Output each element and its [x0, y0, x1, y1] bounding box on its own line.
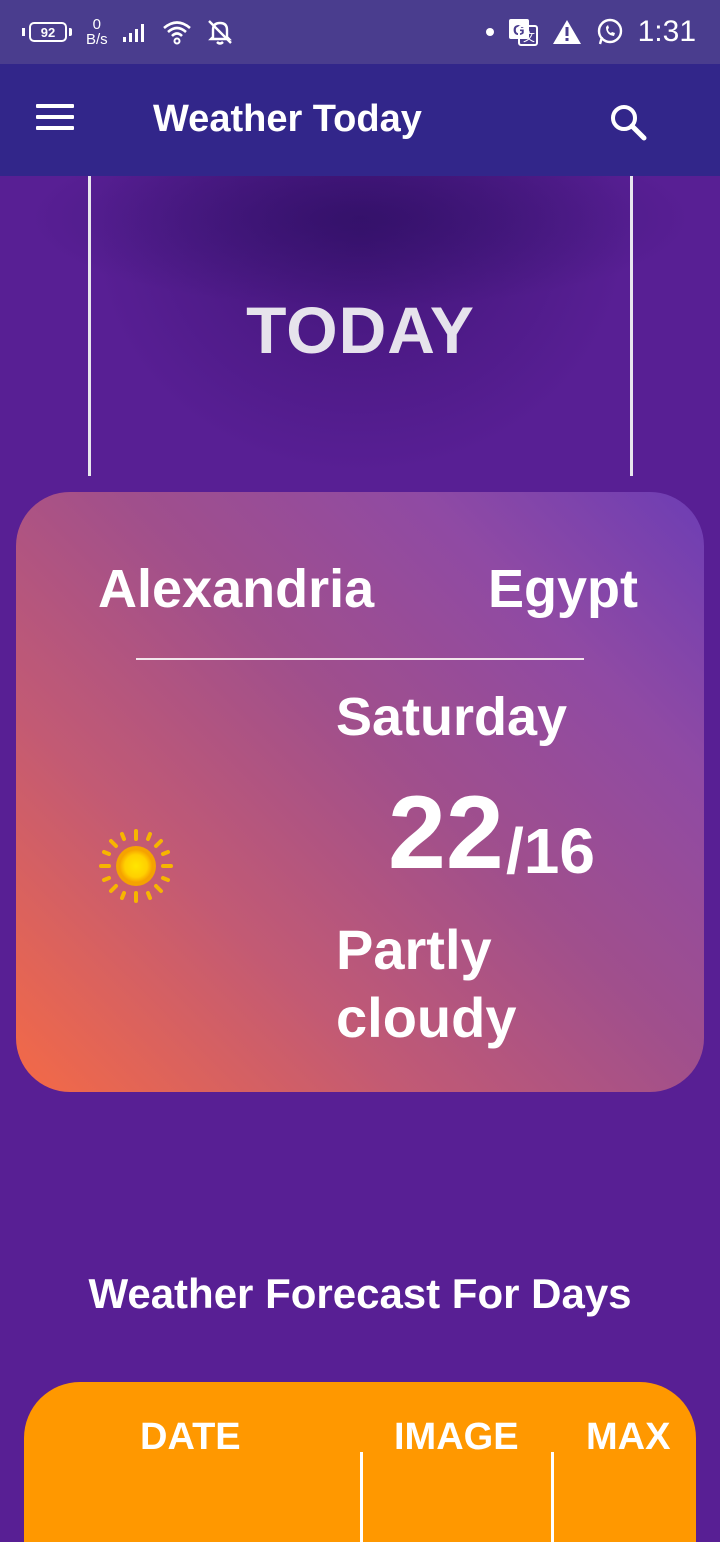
column-header-image: IMAGE: [394, 1416, 519, 1458]
battery-level: 92: [29, 22, 67, 42]
network-speed-value: 0: [92, 16, 102, 33]
app-title: Weather Today: [153, 98, 422, 140]
status-bar: 92 0 B/s G 文 1:31: [0, 0, 720, 64]
column-separator: [551, 1452, 554, 1542]
signal-icon: [122, 21, 148, 43]
today-panel: TODAY: [88, 176, 633, 476]
city-name: Alexandria: [98, 559, 375, 619]
whatsapp-icon: [596, 18, 624, 46]
card-divider: [136, 658, 584, 660]
column-separator: [360, 1452, 363, 1542]
translate-icon: G 文: [508, 18, 538, 46]
search-icon[interactable]: [606, 100, 650, 144]
today-label: TODAY: [246, 293, 475, 367]
temperature-min: /16: [506, 815, 595, 887]
warning-icon: [552, 19, 582, 45]
temperature-max: 22: [388, 775, 504, 891]
notifications-off-icon: [206, 18, 234, 46]
sun-icon: [98, 828, 174, 904]
wifi-icon: [162, 19, 192, 45]
hamburger-menu-icon[interactable]: [36, 104, 76, 136]
network-speed: 0 B/s: [86, 17, 108, 47]
dot-icon: [485, 28, 494, 36]
forecast-title: Weather Forecast For Days: [88, 1270, 632, 1317]
battery-indicator: 92: [22, 22, 72, 42]
weather-condition: Partly cloudy: [336, 918, 517, 1049]
network-speed-unit: B/s: [86, 31, 108, 48]
country-name: Egypt: [488, 559, 639, 619]
clock: 1:31: [637, 15, 696, 48]
status-bar-left: 92 0 B/s: [22, 17, 234, 47]
svg-text:文: 文: [523, 29, 535, 44]
battery-marker: [22, 28, 25, 36]
current-weather-card: Alexandria Egypt Saturday 22 /16 Partly …: [16, 492, 704, 1092]
status-bar-right: G 文 1:31: [485, 15, 696, 49]
column-header-date: DATE: [140, 1416, 241, 1458]
battery-cap: [69, 28, 72, 36]
app-bar: Weather Today: [0, 64, 720, 176]
day-name: Saturday: [336, 687, 568, 747]
forecast-table: DATE IMAGE MAX: [24, 1382, 696, 1542]
column-header-max: MAX: [586, 1416, 671, 1458]
